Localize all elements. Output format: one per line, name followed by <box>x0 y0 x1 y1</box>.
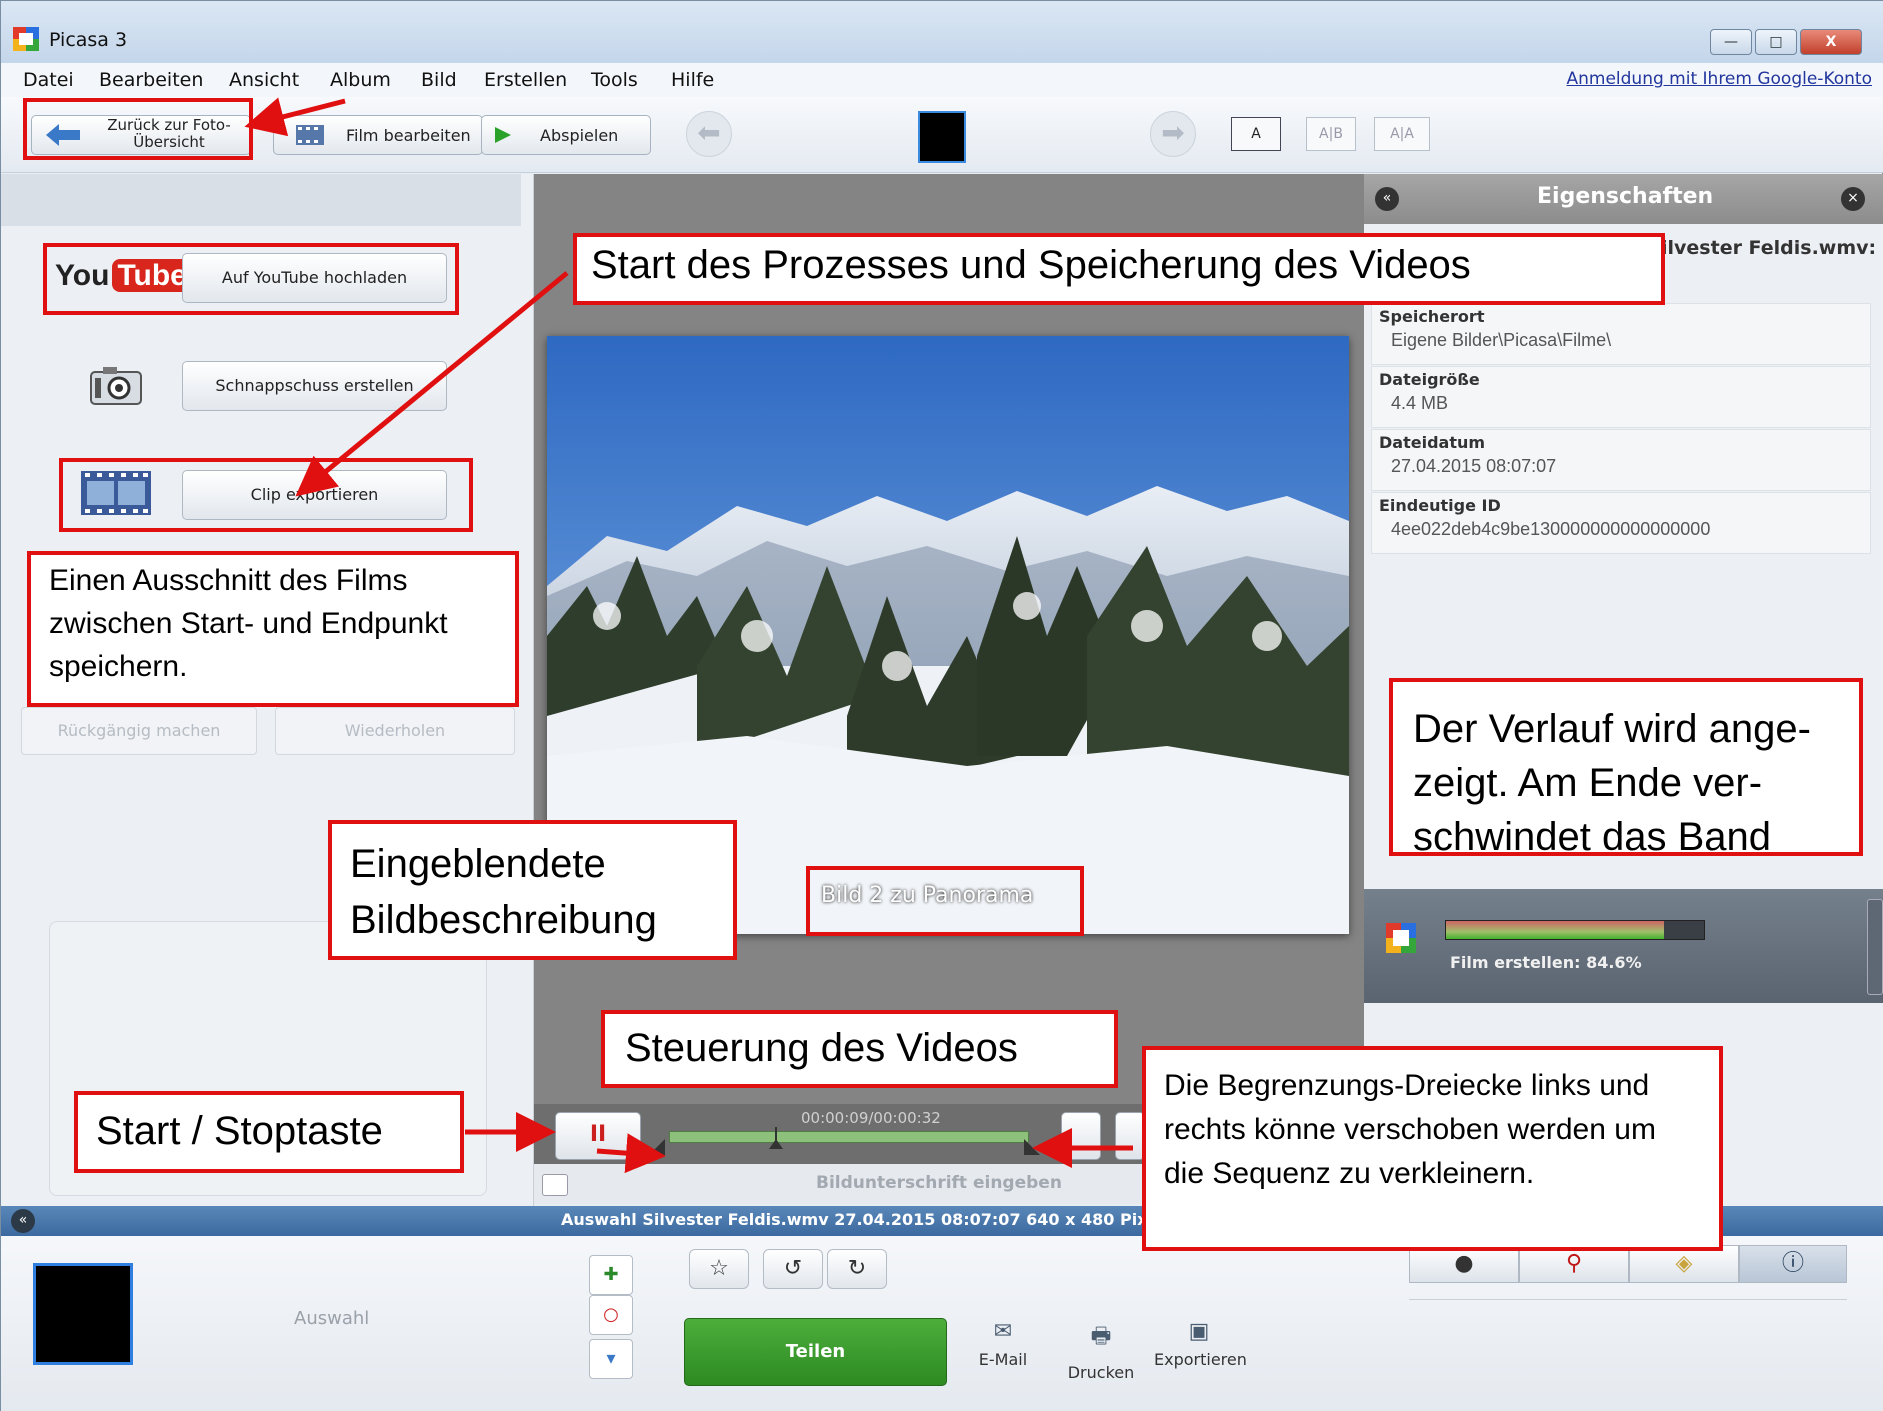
picasa-window: Picasa 3 — □ X Datei Bearbeiten Ansicht … <box>0 0 1883 1411</box>
arrow-to-start-triangle <box>596 1133 666 1174</box>
arrow-to-clip-button <box>295 271 569 497</box>
arrow-to-back-button <box>244 97 346 137</box>
annotation-arrows <box>244 97 1133 1174</box>
